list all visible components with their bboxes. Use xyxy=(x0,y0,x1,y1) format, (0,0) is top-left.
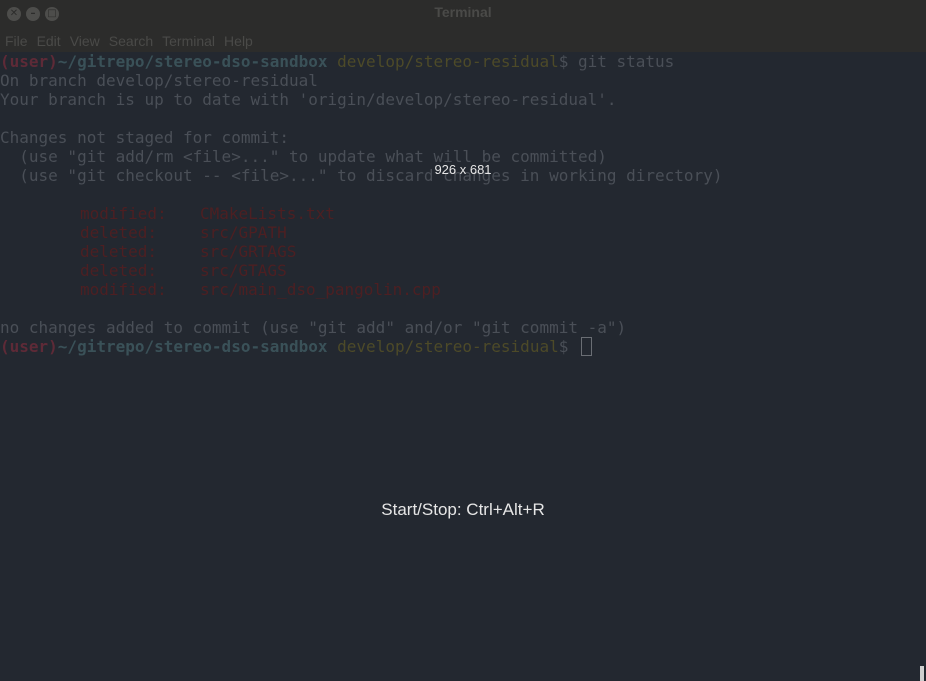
file-path: src/GPATH xyxy=(200,223,287,242)
output-line: Changes not staged for commit: xyxy=(0,128,289,147)
file-path: src/main_dso_pangolin.cpp xyxy=(200,280,441,299)
recording-hint: Start/Stop: Ctrl+Alt+R xyxy=(381,500,545,519)
prompt-branch: develop/stereo-residual xyxy=(337,337,559,356)
output-line: no changes added to commit (use "git add… xyxy=(0,318,627,337)
prompt-branch: develop/stereo-residual xyxy=(337,52,559,71)
window-title: Terminal xyxy=(434,4,492,20)
terminal-output[interactable]: (user)~/gitrepo/stereo-dso-sandbox devel… xyxy=(0,52,926,681)
prompt-user: (user) xyxy=(0,337,58,356)
prompt-suffix: $ xyxy=(558,337,578,356)
text-cursor xyxy=(580,337,592,356)
prompt-path: ~/gitrepo/stereo-dso-sandbox xyxy=(57,52,328,71)
prompt-path: ~/gitrepo/stereo-dso-sandbox xyxy=(57,337,328,356)
file-path: src/GRTAGS xyxy=(200,242,297,261)
menu-help[interactable]: Help xyxy=(224,33,253,49)
prompt-line: (user)~/gitrepo/stereo-dso-sandbox devel… xyxy=(0,52,674,71)
output-line: Your branch is up to date with 'origin/d… xyxy=(0,90,617,109)
file-status: deleted: xyxy=(80,223,158,242)
menu-view[interactable]: View xyxy=(70,33,100,49)
prompt-suffix: $ xyxy=(558,52,578,71)
file-status: modified: xyxy=(80,280,167,299)
menu-terminal[interactable]: Terminal xyxy=(162,33,215,49)
file-path: CMakeLists.txt xyxy=(200,204,335,223)
prompt-user: (user) xyxy=(0,52,58,71)
output-line: On branch develop/stereo-residual xyxy=(0,71,318,90)
file-path: src/GTAGS xyxy=(200,261,287,280)
menu-file[interactable]: File xyxy=(5,33,28,49)
menu-bar: File Edit View Search Terminal Help xyxy=(0,30,926,52)
file-status: deleted: xyxy=(80,242,158,261)
menu-edit[interactable]: Edit xyxy=(37,33,61,49)
file-status: modified: xyxy=(80,204,167,223)
terminal-window: ✕ – □ Terminal File Edit View Search Ter… xyxy=(0,0,926,681)
scrollbar[interactable] xyxy=(920,666,924,681)
file-status: deleted: xyxy=(80,261,158,280)
command-text: git status xyxy=(577,52,675,71)
menu-search[interactable]: Search xyxy=(109,33,153,49)
prompt-line: (user)~/gitrepo/stereo-dso-sandbox devel… xyxy=(0,337,592,356)
screen-size-label: 926 x 681 xyxy=(434,162,492,177)
title-bar[interactable]: ✕ – □ Terminal xyxy=(0,0,926,30)
